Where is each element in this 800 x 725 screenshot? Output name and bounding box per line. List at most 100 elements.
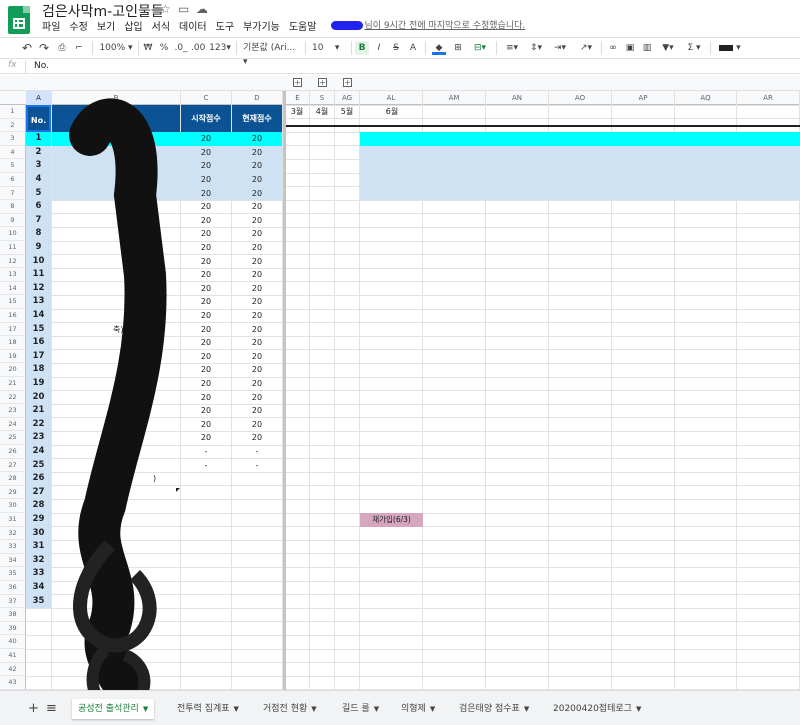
current-score-cell[interactable]: 20 (232, 187, 282, 201)
column-header[interactable]: AM (423, 91, 486, 105)
current-score-cell[interactable]: 20 (232, 295, 282, 309)
row-header[interactable]: 27 (0, 458, 26, 473)
current-score-cell[interactable]: 20 (232, 159, 282, 173)
all-sheets-icon[interactable]: ≡ (46, 699, 57, 719)
month-header[interactable]: 5월 (333, 105, 361, 119)
current-score-cell[interactable]: 20 (232, 350, 282, 364)
row-header[interactable]: 24 (0, 417, 26, 432)
row-header[interactable]: 41 (0, 649, 26, 663)
column-header[interactable]: E (286, 91, 310, 105)
row-header[interactable]: 20 (0, 363, 26, 377)
text-color-button[interactable]: A (407, 41, 419, 55)
start-score-cell[interactable]: 20 (181, 132, 231, 146)
row-number-cell[interactable]: 15 (26, 322, 51, 337)
paint-format-icon[interactable]: ⌐ (72, 41, 86, 55)
start-score-cell[interactable]: 20 (181, 391, 231, 405)
menu-format[interactable]: 서식 (152, 18, 170, 34)
start-score-cell[interactable]: 20 (181, 187, 231, 201)
sheet-tab[interactable]: 전투력 집계표 ▼ (177, 699, 239, 719)
current-score-cell[interactable]: - (232, 459, 282, 473)
row-header[interactable]: 16 (0, 309, 26, 323)
row-number-cell[interactable]: 1 (26, 132, 51, 146)
start-score-cell[interactable]: 20 (181, 431, 231, 445)
row-number-cell[interactable]: 6 (26, 200, 51, 214)
sheet-tab[interactable]: 20200420접테로그 ▼ (553, 699, 641, 719)
input-tools-button[interactable]: ▾ (716, 41, 744, 55)
current-score-cell[interactable]: 20 (232, 418, 282, 432)
row-header[interactable]: 13 (0, 268, 26, 282)
start-score-cell[interactable]: 20 (181, 214, 231, 228)
row-header[interactable]: 36 (0, 581, 26, 595)
menu-insert[interactable]: 삽입 (124, 18, 142, 34)
column-header[interactable]: D (232, 91, 283, 105)
row-number-cell[interactable]: 18 (26, 363, 51, 377)
row-header[interactable]: 11 (0, 241, 26, 255)
vertical-align-icon[interactable]: ⇕▾ (526, 41, 546, 55)
row-header[interactable]: 29 (0, 485, 26, 500)
row-header[interactable]: 12 (0, 254, 26, 269)
row-header[interactable]: 7 (0, 186, 26, 201)
row-header[interactable]: 19 (0, 349, 26, 364)
row-number-cell[interactable]: 14 (26, 309, 51, 323)
row-number-cell[interactable]: 35 (26, 594, 51, 609)
start-score-cell[interactable]: 20 (181, 404, 231, 418)
row-number-cell[interactable]: 34 (26, 581, 51, 595)
start-score-cell[interactable]: 20 (181, 268, 231, 282)
row-header[interactable]: 34 (0, 553, 26, 568)
cloud-status-icon[interactable]: ☁ (196, 2, 208, 16)
row-header[interactable]: 3 (0, 132, 26, 146)
fill-color-icon[interactable]: ◆ (432, 41, 446, 55)
freeze-divider[interactable] (283, 91, 286, 690)
current-score-cell[interactable]: 20 (232, 431, 282, 445)
row-number-cell[interactable]: 33 (26, 567, 51, 581)
more-formats-select[interactable]: 123▾ (208, 41, 232, 55)
move-folder-icon[interactable]: ▭ (178, 2, 189, 16)
row-number-cell[interactable]: 3 (26, 159, 51, 173)
row-header[interactable]: 2 (0, 118, 26, 133)
row-number-cell[interactable]: 13 (26, 295, 51, 309)
month-header[interactable]: 6월 (378, 105, 406, 119)
row-number-cell[interactable]: 28 (26, 499, 51, 513)
row-header[interactable]: 22 (0, 390, 26, 405)
current-score-cell[interactable]: 20 (232, 132, 282, 146)
redo-icon[interactable]: ↷ (37, 41, 51, 55)
row-number-cell[interactable]: 30 (26, 526, 51, 541)
text-wrap-icon[interactable]: ⇥▾ (550, 41, 570, 55)
start-score-cell[interactable]: - (181, 445, 231, 459)
current-score-cell[interactable]: 20 (232, 391, 282, 405)
table-header-cell[interactable]: 시작점수 (181, 105, 231, 133)
formula-input[interactable]: No. (34, 61, 49, 71)
column-header[interactable]: AN (486, 91, 549, 105)
row-header[interactable]: 25 (0, 431, 26, 445)
column-header[interactable]: C (181, 91, 232, 105)
print-icon[interactable]: ⎙ (55, 41, 69, 55)
row-header[interactable]: 39 (0, 621, 26, 636)
current-score-cell[interactable]: 20 (232, 241, 282, 255)
add-sheet-icon[interactable]: + (28, 699, 39, 719)
sheets-logo-icon[interactable] (8, 6, 30, 34)
row-header[interactable]: 1 (0, 105, 26, 119)
row-number-cell[interactable]: 24 (26, 445, 51, 459)
start-score-cell[interactable]: 20 (181, 146, 231, 160)
table-header-cell[interactable]: No. (26, 105, 51, 133)
current-score-cell[interactable]: - (232, 445, 282, 459)
start-score-cell[interactable]: 20 (181, 159, 231, 173)
insert-chart-icon[interactable]: ▥ (640, 41, 654, 55)
start-score-cell[interactable]: 20 (181, 255, 231, 269)
merge-cells-icon[interactable]: ⊟▾ (469, 41, 491, 55)
column-header[interactable]: S (310, 91, 335, 105)
decrease-decimal-button[interactable]: .0_ (174, 41, 188, 55)
row-header[interactable]: 38 (0, 608, 26, 622)
sheet-tab[interactable]: 거점전 현황 ▼ (263, 699, 317, 719)
current-score-cell[interactable]: 20 (232, 336, 282, 350)
comment-indicator[interactable] (176, 487, 180, 492)
spreadsheet-grid[interactable]: + + + A B C D E S AG AL AM AN AO AP AQ AR 1 2 3 4 5 6 7 8 9 10 11 12… (0, 75, 800, 697)
row-number-cell[interactable]: 2 (26, 145, 51, 160)
start-score-cell[interactable]: 20 (181, 363, 231, 377)
column-header[interactable]: AR (737, 91, 800, 105)
last-edit-link[interactable]: 님이 9시간 전에 마지막으로 수정했습니다. (331, 18, 525, 34)
menu-help[interactable]: 도움말 (289, 18, 317, 34)
row-number-cell[interactable]: 9 (26, 241, 51, 255)
current-score-cell[interactable]: 20 (232, 377, 282, 391)
row-header[interactable]: 37 (0, 594, 26, 609)
